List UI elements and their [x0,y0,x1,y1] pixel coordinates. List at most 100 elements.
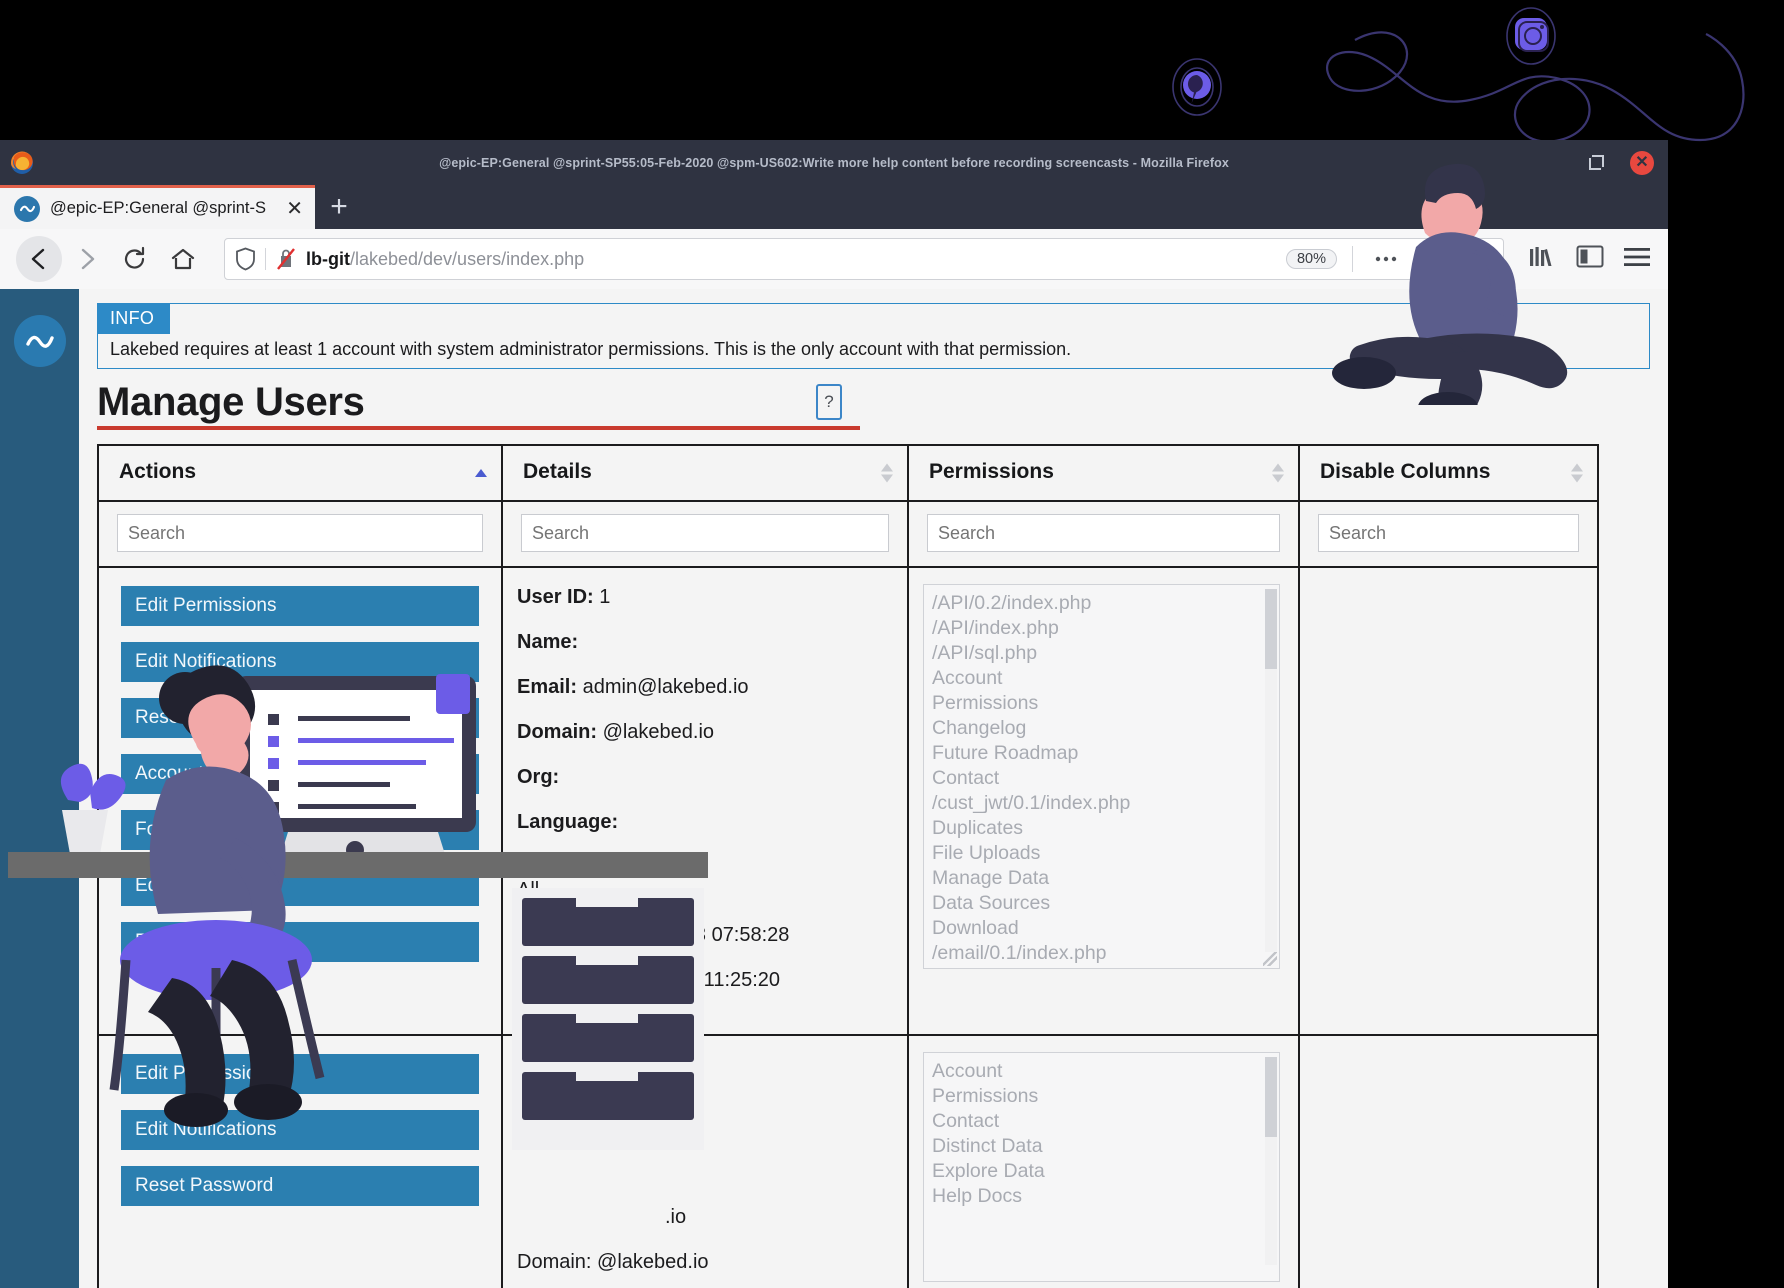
reset-password-button[interactable]: Reset Password [121,1166,479,1207]
list-item[interactable]: Help Docs [932,1184,1271,1209]
bookmark-star-icon[interactable] [1457,248,1493,271]
list-item[interactable]: /API/index.php [932,616,1271,641]
list-item[interactable]: Duplicates [932,816,1271,841]
tab-favicon-icon [14,195,40,222]
list-item[interactable]: Account [932,1059,1271,1084]
list-item[interactable]: /cust_jwt/0.1/index.php [932,791,1271,816]
list-item[interactable]: Data Sources [932,891,1271,916]
back-button[interactable] [16,236,62,282]
list-item[interactable]: Manage Data [932,866,1271,891]
list-item[interactable]: /email/0.1/index.php [932,941,1271,966]
list-item[interactable]: Contact [932,766,1271,791]
permissions-listbox[interactable]: Account Permissions Contact Distinct Dat… [923,1052,1280,1283]
actions-cell: Edit Permissions Edit Notifications Rese… [97,1034,503,1288]
filter-cell-permissions [907,500,1300,569]
column-header-details[interactable]: Details [501,444,909,503]
shield-icon[interactable] [235,247,256,271]
filter-cell-disable-columns [1298,500,1599,569]
page-viewport: INFO Lakebed requires at least 1 account… [0,289,1668,1288]
disable-columns-cell [1298,566,1599,1037]
permissions-cell: /API/0.2/index.php /API/index.php /API/s… [907,566,1300,1037]
firefox-window: @epic-EP:General @sprint-SP55:05-Feb-202… [0,140,1668,1288]
edit-permissions-button[interactable]: Edit Permissions [121,1054,479,1095]
list-item[interactable]: Contact [932,1109,1271,1134]
new-tab-button[interactable]: + [315,185,363,229]
reload-button[interactable] [112,236,158,282]
column-label: Disable Columns [1320,460,1491,484]
detail-colon: : [517,856,523,879]
list-item[interactable]: Distinct Data [932,1134,1271,1159]
list-item[interactable]: Permissions [932,691,1271,716]
sidebar-icon[interactable] [1576,244,1604,274]
column-header-disable-columns[interactable]: Disable Columns [1298,444,1599,503]
search-input-actions[interactable] [117,514,483,553]
insecure-lock-icon[interactable] [275,247,297,271]
navigation-toolbar: lb-git/lakebed/dev/users/index.php 80% [0,229,1668,289]
detail-domain-partial: Domain: @lakebed.io [517,1251,709,1274]
list-item[interactable]: Permissions [932,1084,1271,1109]
close-button[interactable]: ✕ [1630,150,1654,175]
reset-password-button[interactable]: Reset Password [121,698,479,739]
disable-columns-cell [1298,1034,1599,1288]
remove-user-button[interactable]: Remove User [121,922,479,963]
permissions-cell: Account Permissions Contact Distinct Dat… [907,1034,1300,1288]
hamburger-menu-icon[interactable] [1622,245,1652,274]
search-input-details[interactable] [521,514,889,553]
edit-notifications-button[interactable]: Edit Notifications [121,642,479,683]
restore-button[interactable] [1589,155,1604,170]
list-item[interactable]: Future Roadmap [932,741,1271,766]
list-item[interactable]: /API/sql.php [932,641,1271,666]
help-button[interactable]: ? [816,384,842,421]
list-item[interactable]: /API/0.2/index.php [932,591,1271,616]
list-item[interactable]: Download [932,916,1271,941]
column-header-permissions[interactable]: Permissions [907,444,1300,503]
edit-permissions-button[interactable]: Edit Permissions [121,586,479,627]
column-label: Permissions [929,460,1054,484]
forward-button[interactable] [64,236,110,282]
list-item[interactable]: File Uploads [932,841,1271,866]
page-heading-block: Manage Users ? [97,380,860,431]
url-text[interactable]: lb-git/lakebed/dev/users/index.php [306,249,1277,270]
firefox-logo-icon [8,148,36,176]
instagram-icon [1498,3,1564,69]
toolbar-right-icons [1522,244,1652,275]
tab-close-icon[interactable]: ✕ [284,199,303,219]
account-details-button[interactable]: Account Details [121,754,479,795]
column-label: Actions [119,460,197,484]
browser-tab[interactable]: @epic-EP:General @sprint-S ✕ [0,185,315,229]
sort-indicator-icon[interactable] [1272,463,1284,483]
library-icon[interactable] [1528,244,1558,275]
filter-cell-actions [97,500,503,569]
filter-cell-details [501,500,909,569]
pinterest-icon [1162,52,1232,122]
page-actions-icon[interactable] [1368,255,1404,263]
zoom-level-indicator[interactable]: 80% [1285,249,1337,269]
users-table: Actions Details Permissions Disable Colu… [97,444,1599,1288]
scrollbar-thumb[interactable] [1265,589,1277,670]
sort-indicator-icon[interactable] [881,463,893,483]
search-input-disable-columns[interactable] [1318,514,1579,553]
search-input-permissions[interactable] [927,514,1280,553]
address-bar[interactable]: lb-git/lakebed/dev/users/index.php 80% [224,238,1504,280]
home-button[interactable] [160,236,206,282]
list-item[interactable]: Changelog [932,716,1271,741]
pocket-icon[interactable] [1413,248,1448,271]
toolbar-divider [265,248,266,270]
edit-notifications-button[interactable]: Edit Notifications [121,1110,479,1151]
column-header-actions[interactable]: Actions [97,444,503,503]
permissions-listbox[interactable]: /API/0.2/index.php /API/index.php /API/s… [923,584,1280,970]
list-item[interactable]: Distinct Data [932,965,1271,968]
sort-indicator-icon[interactable] [1571,463,1583,483]
edit-user-button[interactable]: Edit User [121,866,479,907]
sort-indicator-icon[interactable] [475,469,487,478]
details-cell: User ID: 1 Name: Email: admin@lakebed.io… [501,566,909,1037]
list-item[interactable]: Account [932,666,1271,691]
tab-title: @epic-EP:General @sprint-S [50,199,266,217]
forbid-user-button[interactable]: Forbid User [121,810,479,851]
detail-email-partial: .io [665,1206,687,1229]
app-logo-icon[interactable] [14,315,66,367]
scrollbar-thumb[interactable] [1265,1057,1277,1138]
list-item[interactable]: Explore Data [932,1159,1271,1184]
resize-grip-icon[interactable] [1263,952,1277,967]
table-row: Edit Permissions Edit Notifications Rese… [97,566,1599,1037]
